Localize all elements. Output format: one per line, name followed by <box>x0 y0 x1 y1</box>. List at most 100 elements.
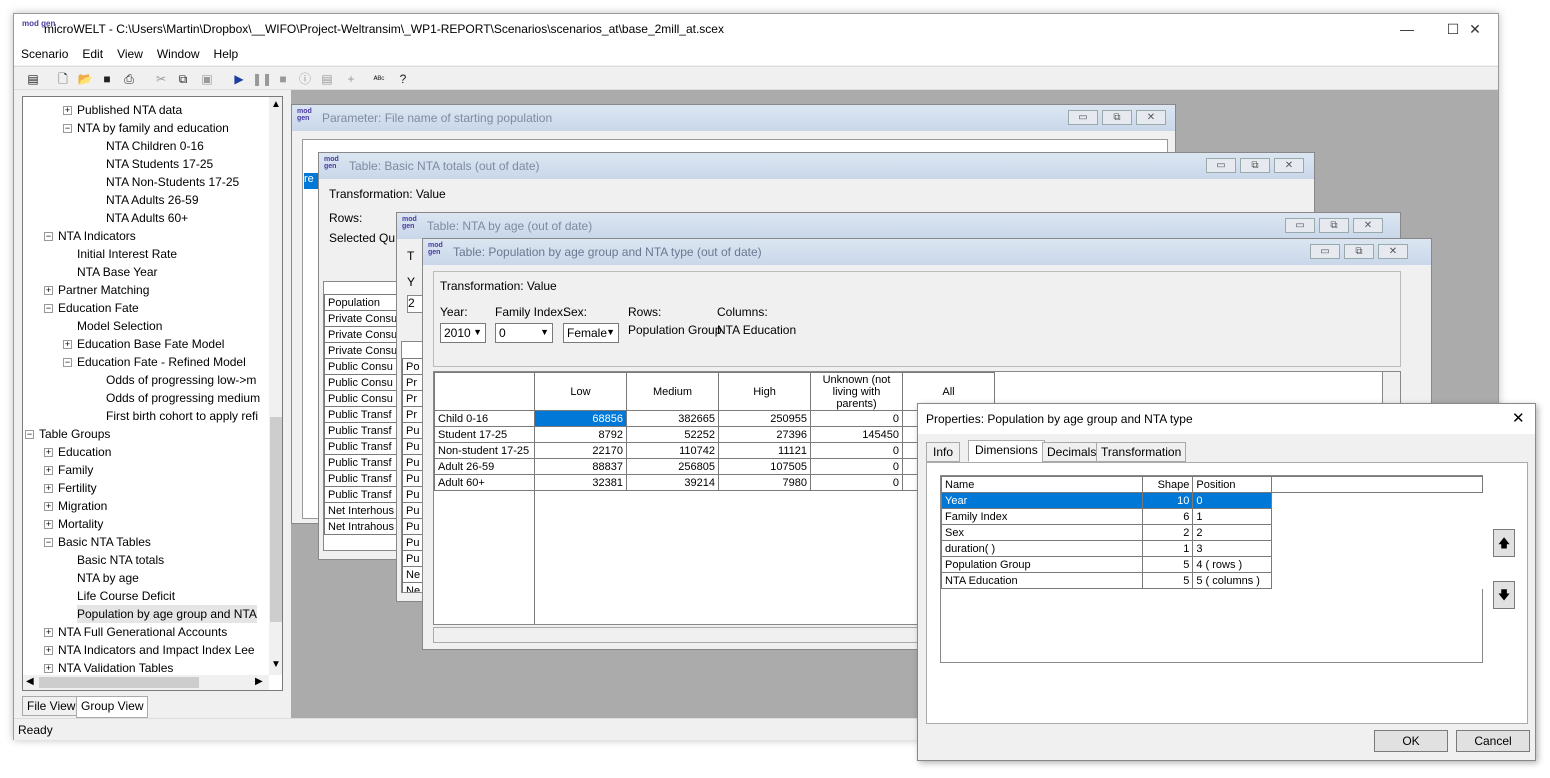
restore-button[interactable]: ⧉ <box>1319 218 1349 233</box>
tree-item[interactable]: Education Fate - Refined Model <box>77 353 246 371</box>
move-down-button[interactable]: 🡇 <box>1493 581 1515 609</box>
move-up-button[interactable]: 🡅 <box>1493 529 1515 557</box>
tree-item[interactable]: Life Course Deficit <box>77 587 175 605</box>
collapse-icon[interactable]: − <box>25 430 34 439</box>
tree-item[interactable]: NTA by age <box>77 569 139 587</box>
table-cell[interactable]: 256805 <box>626 458 719 475</box>
close-icon[interactable]: ✕ <box>1512 409 1525 427</box>
run-icon[interactable]: ▶ <box>230 70 248 88</box>
table-cell[interactable]: 11121 <box>718 442 811 459</box>
tree-item[interactable]: NTA Non-Students 17-25 <box>106 173 239 191</box>
table-cell[interactable]: 250955 <box>718 410 811 427</box>
restore-button[interactable]: ⧉ <box>1240 158 1270 173</box>
minimize-button[interactable]: ▭ <box>1206 158 1236 173</box>
tab-info[interactable]: Info <box>926 442 961 462</box>
row-header[interactable]: Student 17-25 <box>434 426 535 443</box>
table-row[interactable]: Year 10 0 <box>940 492 1483 509</box>
expand-icon[interactable]: + <box>63 340 72 349</box>
tree-item[interactable]: Odds of progressing medium <box>106 389 260 407</box>
menu-window[interactable]: Window <box>150 45 207 63</box>
collapse-icon[interactable]: − <box>44 232 53 241</box>
add-icon[interactable]: + <box>342 70 360 88</box>
scroll-down-icon[interactable]: ▼ <box>271 659 281 670</box>
tree-item[interactable]: NTA Children 0-16 <box>106 137 204 155</box>
tree-item[interactable]: Mortality <box>58 515 103 533</box>
table-cell[interactable]: 1 <box>1142 540 1194 557</box>
table-cell[interactable]: 145450 <box>810 426 903 443</box>
collapse-icon[interactable]: − <box>63 358 72 367</box>
tree-item[interactable]: Family <box>58 461 93 479</box>
cut-icon[interactable]: ✂ <box>152 70 170 88</box>
info-icon[interactable]: ⓘ <box>296 70 314 88</box>
table-cell[interactable]: 8792 <box>534 426 627 443</box>
tree-item[interactable]: Education Base Fate Model <box>77 335 224 353</box>
tab-group-view[interactable]: Group View <box>76 696 149 718</box>
tree-item[interactable]: Education <box>58 443 111 461</box>
tree-item[interactable]: Odds of progressing low->m <box>106 371 256 389</box>
parameter-window-titlebar[interactable]: mod gen Parameter: File name of starting … <box>292 105 1175 131</box>
table-cell[interactable]: Year <box>940 492 1144 509</box>
tree-item[interactable]: Fertility <box>58 479 97 497</box>
table-cell[interactable]: 5 <box>1142 556 1194 573</box>
scroll-right-icon[interactable]: ▶ <box>255 676 263 687</box>
hscroll-thumb[interactable] <box>39 677 199 688</box>
save-icon[interactable]: ■ <box>98 70 116 88</box>
table-cell[interactable]: 39214 <box>626 474 719 491</box>
minimize-button[interactable]: ▭ <box>1285 218 1315 233</box>
expand-icon[interactable]: + <box>44 520 53 529</box>
properties-dialog[interactable]: Properties: Population by age group and … <box>917 403 1536 761</box>
collapse-icon[interactable]: − <box>63 124 72 133</box>
collapse-icon[interactable]: − <box>44 538 53 547</box>
tree-item[interactable]: Basic NTA Tables <box>58 533 151 551</box>
close-button[interactable]: ✕ <box>1378 244 1408 259</box>
expand-icon[interactable]: + <box>44 502 53 511</box>
family-index-dropdown[interactable]: 0 ▼ <box>495 323 553 343</box>
table-cell[interactable]: 0 <box>1192 492 1272 509</box>
table-cell[interactable]: 1 <box>1192 508 1272 525</box>
minimize-button[interactable]: ▭ <box>1068 110 1098 125</box>
tree-item[interactable]: NTA Indicators <box>58 227 136 245</box>
column-header[interactable]: Unknown (not living with parents) <box>810 372 903 411</box>
column-header[interactable]: Medium <box>626 372 719 411</box>
table-cell[interactable]: 22170 <box>534 442 627 459</box>
expand-icon[interactable]: + <box>44 466 53 475</box>
tree-item[interactable]: Migration <box>58 497 107 515</box>
tree-item[interactable]: Model Selection <box>77 317 162 335</box>
restore-button[interactable]: ⧉ <box>1102 110 1132 125</box>
table-cell[interactable]: 107505 <box>718 458 811 475</box>
table-cell[interactable]: Family Index <box>940 508 1144 525</box>
spell-icon[interactable]: ᴬᴮᶜ <box>370 70 388 88</box>
column-header[interactable]: High <box>718 372 811 411</box>
expand-icon[interactable]: + <box>44 646 53 655</box>
scroll-left-icon[interactable]: ◀ <box>26 676 34 687</box>
column-header[interactable]: Shape <box>1142 476 1194 493</box>
basic-nta-titlebar[interactable]: mod gen Table: Basic NTA totals (out of d… <box>319 153 1314 179</box>
menu-scenario[interactable]: Scenario <box>14 45 75 63</box>
row-header[interactable]: Adult 26-59 <box>434 458 535 475</box>
row-header[interactable]: Non-student 17-25 <box>434 442 535 459</box>
column-header[interactable]: Low <box>534 372 627 411</box>
tree-vertical-scrollbar[interactable]: ▲ ▼ <box>269 97 282 675</box>
close-button[interactable]: ✕ <box>1274 158 1304 173</box>
open-icon[interactable]: 📂 <box>76 70 94 88</box>
expand-icon[interactable]: + <box>44 484 53 493</box>
tree-item[interactable]: NTA Students 17-25 <box>106 155 213 173</box>
stop-icon[interactable]: ■ <box>274 70 292 88</box>
table-cell[interactable]: 32381 <box>534 474 627 491</box>
row-header[interactable]: Adult 60+ <box>434 474 535 491</box>
print-icon[interactable]: ⎙ <box>120 70 138 88</box>
table-cell[interactable]: 0 <box>810 474 903 491</box>
tab-transformation[interactable]: Transformation <box>1096 442 1187 462</box>
tree-item[interactable]: NTA by family and education <box>77 119 229 137</box>
expand-icon[interactable]: + <box>44 664 53 673</box>
menu-view[interactable]: View <box>110 45 150 63</box>
new-icon[interactable]: 🗋 <box>54 70 72 88</box>
year-dropdown[interactable]: 2010 ▼ <box>440 323 486 343</box>
table-row[interactable]: NTA Education 5 5 ( columns ) <box>940 572 1483 589</box>
table-row[interactable]: Population Group 5 4 ( rows ) <box>940 556 1483 573</box>
table-cell[interactable]: 27396 <box>718 426 811 443</box>
population-titlebar[interactable]: mod gen Table: Population by age group an… <box>423 239 1431 265</box>
expand-icon[interactable]: + <box>44 448 53 457</box>
table-cell[interactable]: 7980 <box>718 474 811 491</box>
minimize-button[interactable]: ▭ <box>1310 244 1340 259</box>
